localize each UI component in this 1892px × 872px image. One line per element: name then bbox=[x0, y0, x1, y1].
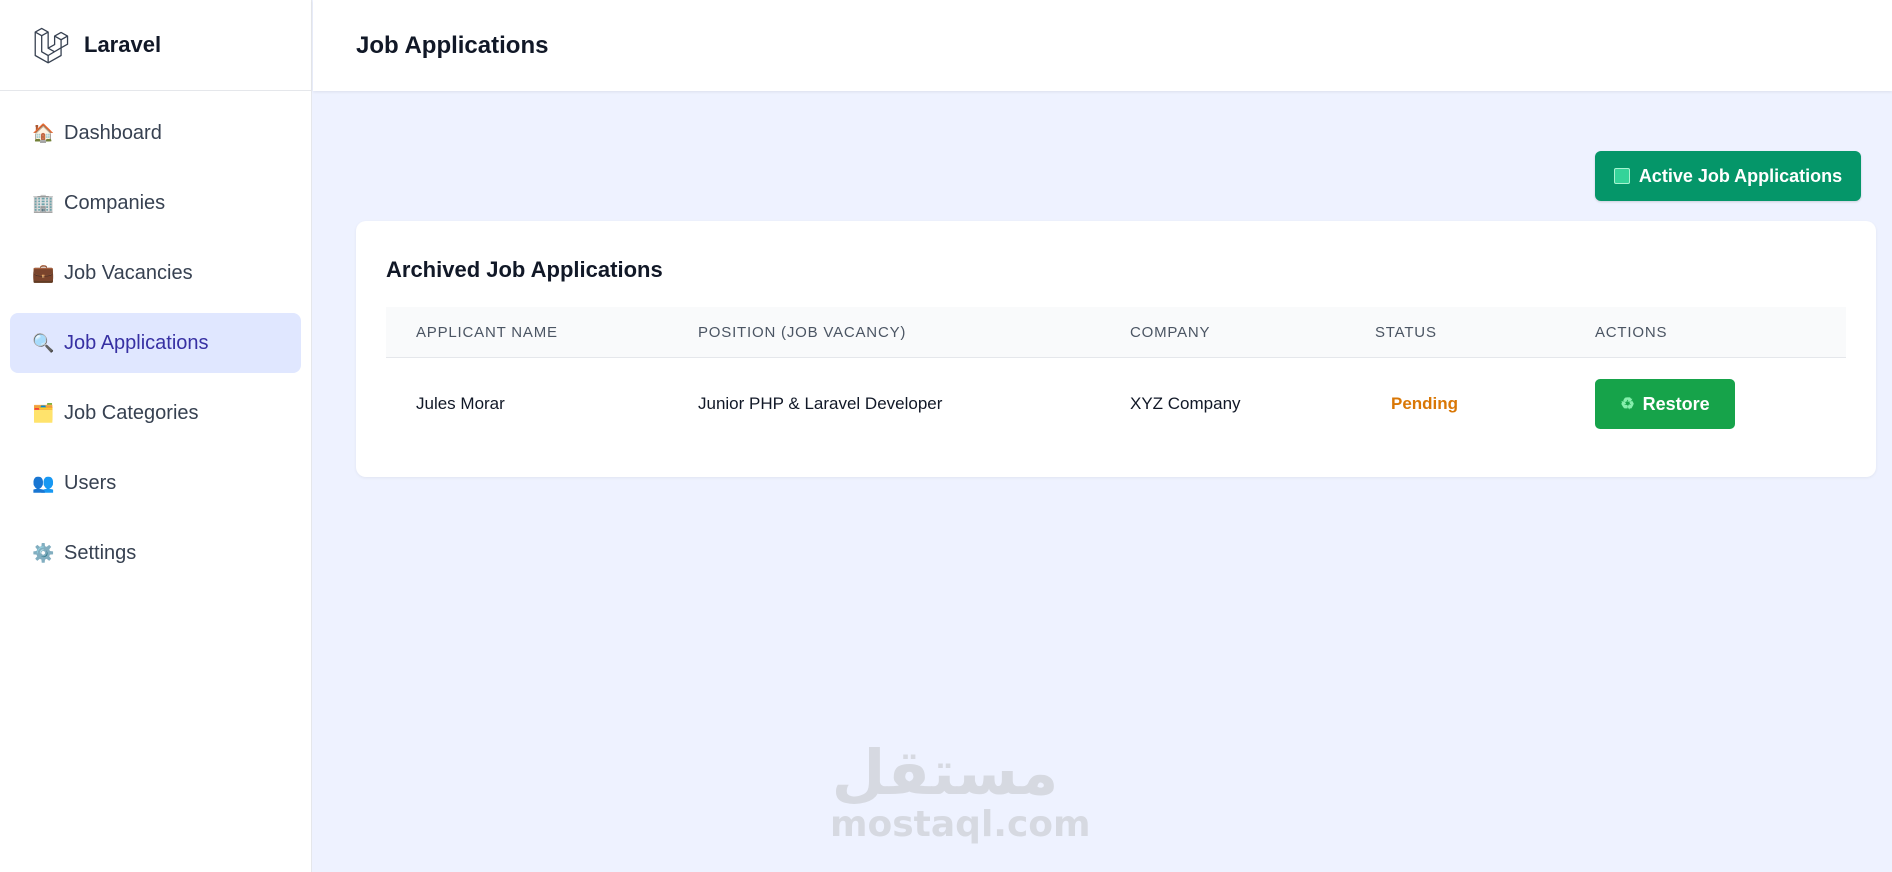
restore-label: Restore bbox=[1642, 393, 1710, 414]
sidebar: Laravel 🏠 Dashboard 🏢 Companies 💼 Job Va… bbox=[0, 0, 312, 872]
mostaql-watermark: مستقل mostaql.com bbox=[830, 736, 1091, 845]
table-row: Jules Morar Junior PHP & Laravel Develop… bbox=[386, 358, 1846, 450]
magnifier-icon: 🔍 bbox=[32, 332, 55, 353]
building-icon: 🏢 bbox=[32, 192, 55, 213]
page-title: Job Applications bbox=[356, 31, 549, 59]
column-header-status: STATUS bbox=[1375, 323, 1437, 341]
sidebar-item-dashboard[interactable]: 🏠 Dashboard bbox=[10, 103, 301, 163]
column-header-company: COMPANY bbox=[1130, 323, 1211, 341]
active-job-applications-label: Active Job Applications bbox=[1638, 165, 1843, 186]
sidebar-item-label: Users bbox=[64, 471, 117, 494]
sidebar-item-job-vacancies[interactable]: 💼 Job Vacancies bbox=[10, 243, 301, 303]
job-position: Junior PHP & Laravel Developer bbox=[698, 394, 943, 413]
house-icon: 🏠 bbox=[32, 122, 55, 143]
archived-applications-card: Archived Job Applications APPLICANT NAME… bbox=[356, 221, 1876, 477]
applicant-name: Jules Morar bbox=[416, 394, 505, 413]
table-header: APPLICANT NAME POSITION (JOB VACANCY) CO… bbox=[386, 307, 1846, 358]
restore-button[interactable]: ♻ Restore bbox=[1595, 379, 1735, 429]
status-cell: Pending bbox=[1345, 394, 1565, 414]
archived-applications-table: APPLICANT NAME POSITION (JOB VACANCY) CO… bbox=[386, 307, 1846, 450]
sidebar-item-label: Job Categories bbox=[64, 401, 199, 424]
sidebar-item-label: Dashboard bbox=[64, 121, 162, 144]
folder-icon: 🗂️ bbox=[32, 402, 55, 423]
column-header-actions: ACTIONS bbox=[1595, 323, 1668, 341]
watermark-arabic: مستقل bbox=[831, 736, 1059, 809]
card-title: Archived Job Applications bbox=[386, 257, 663, 282]
active-job-applications-button[interactable]: Active Job Applications bbox=[1595, 151, 1861, 201]
status-badge: Pending bbox=[1391, 394, 1459, 413]
column-header-position: POSITION (JOB VACANCY) bbox=[698, 323, 907, 341]
recycle-icon: ♻ bbox=[1620, 396, 1635, 413]
company-name: XYZ Company bbox=[1130, 394, 1241, 413]
sidebar-item-label: Job Applications bbox=[64, 331, 209, 354]
actions-cell: ♻ Restore bbox=[1565, 379, 1846, 429]
sidebar-item-settings[interactable]: ⚙️ Settings bbox=[10, 523, 301, 583]
sidebar-item-job-categories[interactable]: 🗂️ Job Categories bbox=[10, 383, 301, 443]
watermark-latin: mostaql.com bbox=[830, 804, 1091, 845]
gear-icon: ⚙️ bbox=[32, 542, 55, 563]
sidebar-item-users[interactable]: 👥 Users bbox=[10, 453, 301, 513]
sidebar-nav: 🏠 Dashboard 🏢 Companies 💼 Job Vacancies … bbox=[0, 91, 311, 605]
laravel-logo-icon bbox=[34, 27, 69, 64]
brand[interactable]: Laravel bbox=[0, 0, 311, 91]
column-header-applicant-name: APPLICANT NAME bbox=[416, 323, 558, 341]
brand-name: Laravel bbox=[84, 32, 162, 57]
sidebar-item-job-applications[interactable]: 🔍 Job Applications bbox=[10, 313, 301, 373]
users-icon: 👥 bbox=[32, 472, 55, 493]
sidebar-item-companies[interactable]: 🏢 Companies bbox=[10, 173, 301, 233]
briefcase-icon: 💼 bbox=[32, 262, 55, 283]
green-square-icon bbox=[1613, 168, 1630, 184]
page-header: Job Applications bbox=[313, 0, 1892, 91]
sidebar-item-label: Companies bbox=[64, 191, 166, 214]
sidebar-item-label: Settings bbox=[64, 541, 137, 564]
sidebar-item-label: Job Vacancies bbox=[64, 261, 193, 284]
